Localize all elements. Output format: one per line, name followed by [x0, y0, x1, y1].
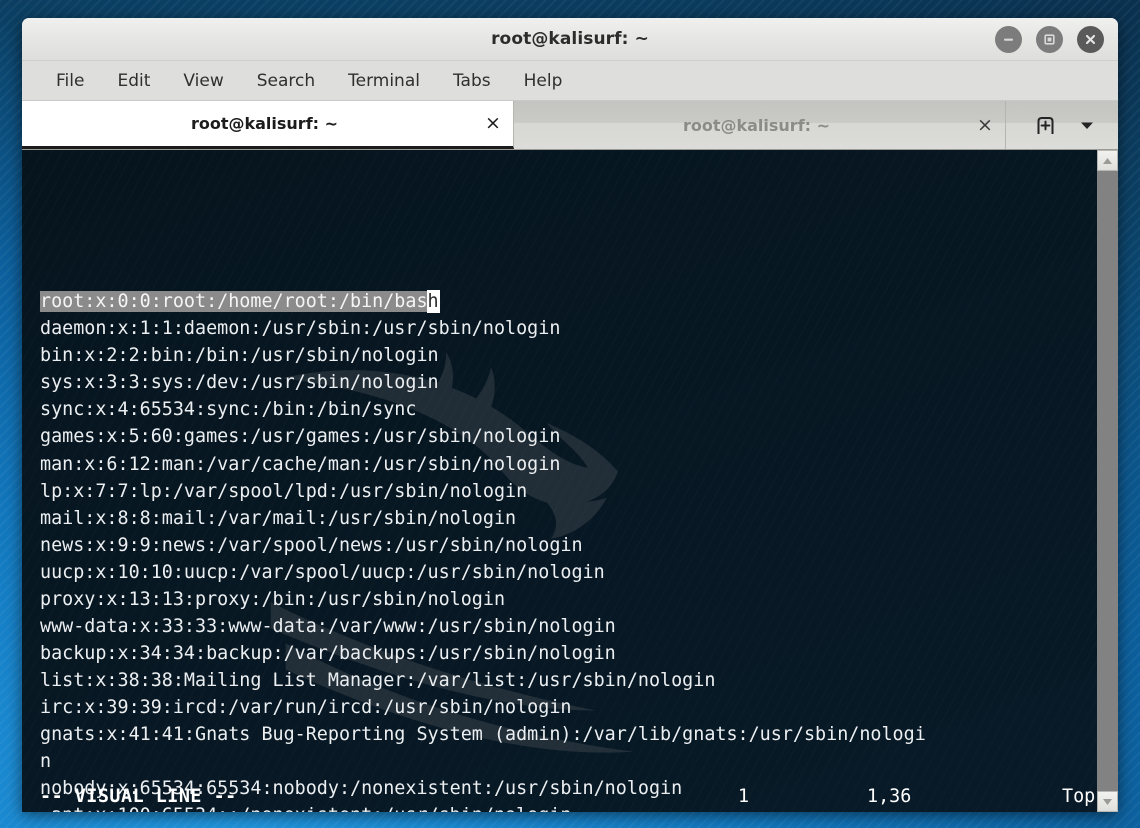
terminal-body: root:x:0:0:root:/home/root:/bin/bash daem…	[22, 150, 1118, 812]
window-controls	[995, 18, 1104, 61]
terminal-line: bin:x:2:2:bin:/bin:/usr/sbin/nologin	[40, 345, 439, 367]
minimize-button[interactable]	[995, 26, 1022, 53]
menubar: File Edit View Search Terminal Tabs Help	[22, 61, 1118, 101]
terminal-line: irc:x:39:39:ircd:/var/run/ircd:/usr/sbin…	[40, 696, 572, 718]
tab-1-close-icon[interactable]: ×	[965, 115, 1005, 135]
terminal-line: lp:x:7:7:lp:/var/spool/lpd:/usr/sbin/nol…	[40, 480, 528, 502]
terminal-lines: root:x:0:0:root:/home/root:/bin/bash daem…	[40, 288, 1097, 812]
terminal-line: news:x:9:9:news:/var/spool/news:/usr/sbi…	[40, 534, 583, 556]
menu-help[interactable]: Help	[512, 68, 575, 94]
arrow-up-icon	[1103, 157, 1112, 164]
menu-file[interactable]: File	[44, 68, 96, 94]
maximize-button[interactable]	[1036, 26, 1063, 53]
menu-terminal[interactable]: Terminal	[336, 68, 432, 94]
terminal-scrollbar[interactable]	[1097, 150, 1118, 812]
menu-view[interactable]: View	[171, 68, 235, 94]
terminal-line: root:x:0:0:root:/home/root:/bin/bash	[40, 288, 1097, 315]
maximize-icon	[1044, 34, 1055, 45]
terminal-line: sync:x:4:65534:sync:/bin:/bin/sync	[40, 399, 417, 421]
tabbar: root@kalisurf: ~ × root@kalisurf: ~ ×	[22, 101, 1118, 150]
tab-0-close-icon[interactable]: ×	[473, 114, 513, 133]
terminal-line: n	[40, 751, 52, 773]
chevron-down-icon	[1081, 122, 1093, 129]
new-tab-icon	[1037, 116, 1053, 134]
scrollbar-up-button[interactable]	[1097, 150, 1118, 171]
terminal-line: list:x:38:38:Mailing List Manager:/var/l…	[40, 669, 716, 691]
terminal-screen[interactable]: root:x:0:0:root:/home/root:/bin/bash daem…	[22, 150, 1097, 812]
tab-list-button[interactable]	[1070, 108, 1104, 142]
terminal-line: daemon:x:1:1:daemon:/usr/sbin:/usr/sbin/…	[40, 318, 561, 340]
vim-mode-indicator: -- VISUAL LINE --	[40, 785, 237, 807]
terminal-line: gnats:x:41:41:Gnats Bug-Reporting System…	[40, 723, 926, 745]
scrollbar-track[interactable]	[1097, 171, 1118, 791]
selected-text: root:x:0:0:root:/home/root:/bin/bas	[40, 291, 428, 313]
close-button[interactable]	[1077, 26, 1104, 53]
vim-cursor-position: 1,36	[867, 785, 912, 807]
window-titlebar[interactable]: root@kalisurf: ~	[22, 18, 1118, 61]
window-title: root@kalisurf: ~	[491, 29, 649, 49]
terminal-line: mail:x:8:8:mail:/var/mail:/usr/sbin/nolo…	[40, 507, 517, 529]
vim-scroll-position: Top	[1062, 785, 1096, 807]
tab-0-label: root@kalisurf: ~	[190, 114, 339, 133]
menu-search[interactable]: Search	[245, 68, 327, 94]
terminal-line: man:x:6:12:man:/var/cache/man:/usr/sbin/…	[40, 453, 561, 475]
terminal-line: proxy:x:13:13:proxy:/bin:/usr/sbin/nolog…	[40, 588, 506, 610]
terminal-cursor: h	[426, 290, 440, 314]
vim-selected-count: 1	[738, 785, 750, 807]
arrow-down-icon	[1103, 798, 1112, 805]
menu-edit[interactable]: Edit	[105, 68, 162, 94]
terminal-line: www-data:x:33:33:www-data:/var/www:/usr/…	[40, 615, 616, 637]
desktop-background: root@kalisurf: ~ File Edit View Search T…	[0, 0, 1140, 828]
terminal-line: games:x:5:60:games:/usr/games:/usr/sbin/…	[40, 426, 561, 448]
terminal-window: root@kalisurf: ~ File Edit View Search T…	[22, 18, 1118, 812]
scrollbar-thumb[interactable]	[1097, 171, 1118, 791]
tab-1[interactable]: root@kalisurf: ~ ×	[514, 101, 1006, 149]
terminal-line: sys:x:3:3:sys:/dev:/usr/sbin/nologin	[40, 372, 439, 394]
minimize-icon	[1004, 38, 1013, 41]
vim-status-line: -- VISUAL LINE -- 1 1,36 Top	[22, 783, 1097, 810]
terminal-line: uucp:x:10:10:uucp:/var/spool/uucp:/usr/s…	[40, 561, 605, 583]
terminal-line: backup:x:34:34:backup:/var/backups:/usr/…	[40, 642, 616, 664]
menu-tabs[interactable]: Tabs	[441, 68, 503, 94]
scrollbar-down-button[interactable]	[1097, 791, 1118, 812]
tabbar-tools	[1006, 101, 1118, 149]
close-icon	[1085, 34, 1096, 45]
new-tab-button[interactable]	[1028, 108, 1062, 142]
tab-0[interactable]: root@kalisurf: ~ ×	[22, 101, 514, 149]
tab-1-label: root@kalisurf: ~	[682, 115, 831, 135]
